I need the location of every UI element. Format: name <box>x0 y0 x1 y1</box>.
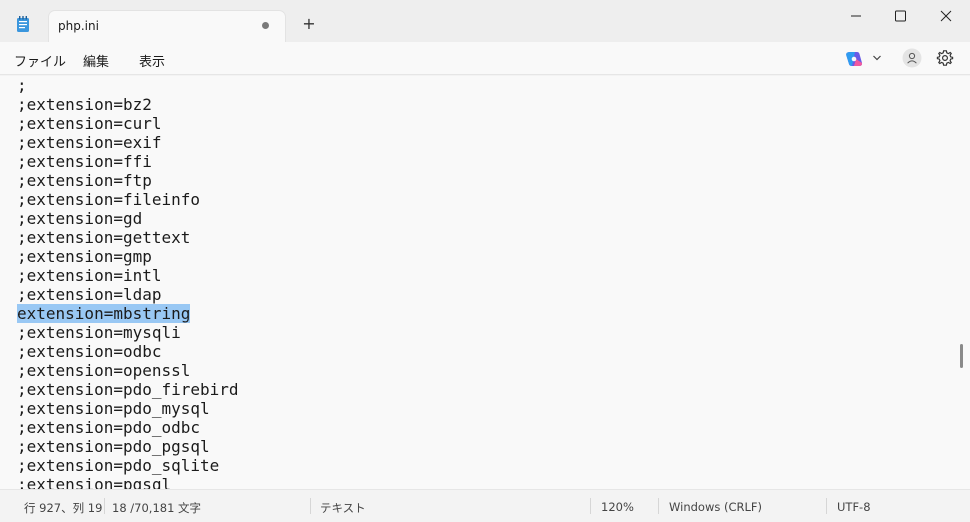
status-encoding[interactable]: UTF-8 <box>837 500 871 514</box>
unsaved-indicator-icon[interactable] <box>262 22 269 29</box>
chevron-down-icon[interactable] <box>872 53 882 63</box>
text-editor[interactable]: ; ;extension=bz2 ;extension=curl ;extension… <box>0 76 970 489</box>
minimize-icon[interactable] <box>845 6 867 26</box>
text-line[interactable]: ;extension=gmp <box>17 247 152 266</box>
text-line[interactable]: ;extension=ftp <box>17 171 152 190</box>
text-line[interactable]: ;extension=gettext <box>17 228 190 247</box>
status-zoom[interactable]: 120% <box>601 500 634 514</box>
gear-icon[interactable] <box>936 49 954 67</box>
menu-file[interactable]: ファイル <box>14 51 66 70</box>
text-line[interactable]: ;extension=exif <box>17 133 162 152</box>
tab-title: php.ini <box>58 19 99 33</box>
text-line[interactable]: ;extension=pdo_pgsql <box>17 437 210 456</box>
title-bar: php.ini + <box>0 0 970 42</box>
status-line-ending[interactable]: Windows (CRLF) <box>669 500 762 514</box>
text-line[interactable]: ;extension=curl <box>17 114 162 133</box>
text-line[interactable]: ;extension=pdo_mysql <box>17 399 210 418</box>
text-line[interactable]: ;extension=fileinfo <box>17 190 200 209</box>
close-icon[interactable] <box>935 6 957 26</box>
status-divider <box>104 498 105 514</box>
status-bar: 行 927、列 19 18 /70,181 文字 テキスト 120% Windo… <box>0 489 970 522</box>
text-line[interactable]: ;extension=bz2 <box>17 95 152 114</box>
text-line[interactable]: ;extension=pdo_firebird <box>17 380 239 399</box>
menu-edit[interactable]: 編集 <box>83 51 109 70</box>
selected-text-line[interactable]: extension=mbstring <box>17 304 191 323</box>
status-divider <box>658 498 659 514</box>
status-selection-count: 18 /70,181 文字 <box>112 501 202 515</box>
status-divider <box>826 498 827 514</box>
menu-bar: ファイル 編集 表示 <box>0 42 970 75</box>
tab-php-ini[interactable]: php.ini <box>48 10 286 42</box>
text-line[interactable]: ;extension=pdo_sqlite <box>17 456 219 475</box>
menu-view[interactable]: 表示 <box>139 51 165 70</box>
vertical-scrollbar[interactable] <box>960 344 963 368</box>
text-line[interactable]: ;extension=pgsql <box>17 475 171 489</box>
maximize-icon[interactable] <box>889 6 911 26</box>
status-cursor-position: 行 927、列 19 <box>24 501 103 515</box>
text-line[interactable]: ;extension=ffi <box>17 152 152 171</box>
text-line[interactable]: ;extension=ldap <box>17 285 162 304</box>
text-line[interactable]: ;extension=odbc <box>17 342 162 361</box>
text-line[interactable]: ;extension=intl <box>17 266 162 285</box>
status-divider <box>310 498 311 514</box>
copilot-icon[interactable] <box>845 51 863 67</box>
status-divider <box>590 498 591 514</box>
text-line[interactable]: ; <box>17 76 27 95</box>
text-line[interactable]: ;extension=mysqli <box>17 323 181 342</box>
text-line[interactable]: ;extension=pdo_odbc <box>17 418 200 437</box>
notepad-icon <box>17 16 29 32</box>
status-format[interactable]: テキスト <box>320 500 366 516</box>
text-line[interactable]: ;extension=gd <box>17 209 142 228</box>
account-icon[interactable] <box>902 48 922 68</box>
new-tab-button[interactable]: + <box>300 15 318 33</box>
text-line[interactable]: ;extension=openssl <box>17 361 190 380</box>
